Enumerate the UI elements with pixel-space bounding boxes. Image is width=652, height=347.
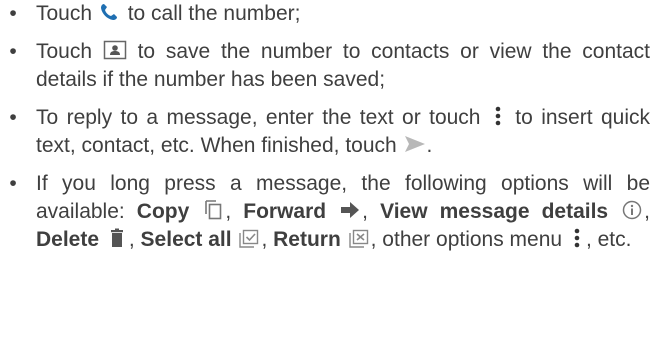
sep: , xyxy=(128,228,141,251)
item-text: to save the number to contacts or view t… xyxy=(36,40,651,91)
copy-label: Copy xyxy=(136,200,190,223)
bullet: • xyxy=(9,2,17,25)
copy-icon xyxy=(201,199,225,221)
instruction-list: • Touch to call the number; • Touch to s… xyxy=(0,0,652,254)
list-item: • If you long press a message, the follo… xyxy=(0,170,652,254)
item-text: . xyxy=(426,134,433,157)
send-icon xyxy=(403,133,427,155)
return-icon xyxy=(347,227,371,249)
delete-label: Delete xyxy=(36,228,100,251)
bullet: • xyxy=(9,106,17,129)
item-text: To reply to a message, enter the text or… xyxy=(36,106,489,129)
info-icon xyxy=(620,199,644,221)
delete-icon xyxy=(105,227,129,249)
more-vert-icon xyxy=(568,227,586,249)
sep: , xyxy=(261,228,274,251)
phone-icon xyxy=(98,1,122,23)
select-all-label: Select all xyxy=(140,228,232,251)
bullet: • xyxy=(9,172,17,195)
contact-card-icon xyxy=(103,39,127,61)
item-text: Touch xyxy=(36,2,98,25)
sep: , xyxy=(362,200,381,223)
item-text: Touch xyxy=(36,40,103,63)
forward-label: Forward xyxy=(243,200,327,223)
list-item: • To reply to a message, enter the text … xyxy=(0,104,652,160)
view-details-label: View message details xyxy=(380,200,609,223)
bullet: • xyxy=(9,40,17,63)
sep: , xyxy=(644,200,651,223)
list-item: • Touch to save the number to contacts o… xyxy=(0,38,652,94)
select-all-icon xyxy=(237,227,261,249)
more-vert-icon xyxy=(489,105,507,127)
list-item: • Touch to call the number; xyxy=(0,0,652,28)
item-text: to call the number; xyxy=(121,2,301,25)
sep: , other options menu xyxy=(370,228,568,251)
return-label: Return xyxy=(273,228,341,251)
sep: , xyxy=(225,200,244,223)
item-text: , etc. xyxy=(585,228,632,251)
forward-icon xyxy=(338,199,362,221)
